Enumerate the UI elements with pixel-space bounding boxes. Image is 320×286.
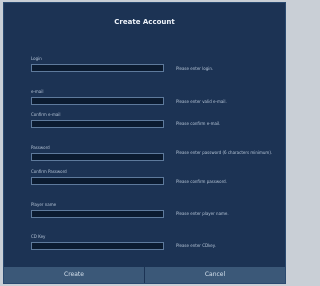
confirm-email-label: Confirm e-mail xyxy=(31,112,61,117)
login-label: Login xyxy=(31,56,42,61)
password-input[interactable] xyxy=(31,153,164,161)
create-account-dialog: Create Account Login Please enter login.… xyxy=(3,2,286,284)
email-input[interactable] xyxy=(31,97,164,105)
confirm-email-hint: Please confirm e-mail. xyxy=(176,121,221,126)
player-name-hint: Please enter player name. xyxy=(176,211,229,216)
confirm-password-label: Confirm Password xyxy=(31,169,67,174)
cancel-button[interactable]: Cancel xyxy=(145,267,285,283)
confirm-email-input[interactable] xyxy=(31,120,164,128)
confirm-password-hint: Please confirm password. xyxy=(176,179,227,184)
cd-key-label: CD Key xyxy=(31,234,46,239)
password-label: Password xyxy=(31,145,50,150)
dialog-title: Create Account xyxy=(114,18,175,26)
cd-key-input[interactable] xyxy=(31,242,164,250)
create-button[interactable]: Create xyxy=(4,267,145,283)
password-hint: Please enter password (6 characters mini… xyxy=(176,150,273,155)
login-input[interactable] xyxy=(31,64,164,72)
login-hint: Please enter login. xyxy=(176,66,214,71)
player-name-input[interactable] xyxy=(31,210,164,218)
player-name-label: Player name xyxy=(31,202,57,207)
email-label: e-mail xyxy=(31,89,44,94)
cd-key-hint: Please enter CDkey. xyxy=(176,243,216,248)
confirm-password-input[interactable] xyxy=(31,177,164,185)
email-hint: Please enter valid e-mail. xyxy=(176,99,227,104)
